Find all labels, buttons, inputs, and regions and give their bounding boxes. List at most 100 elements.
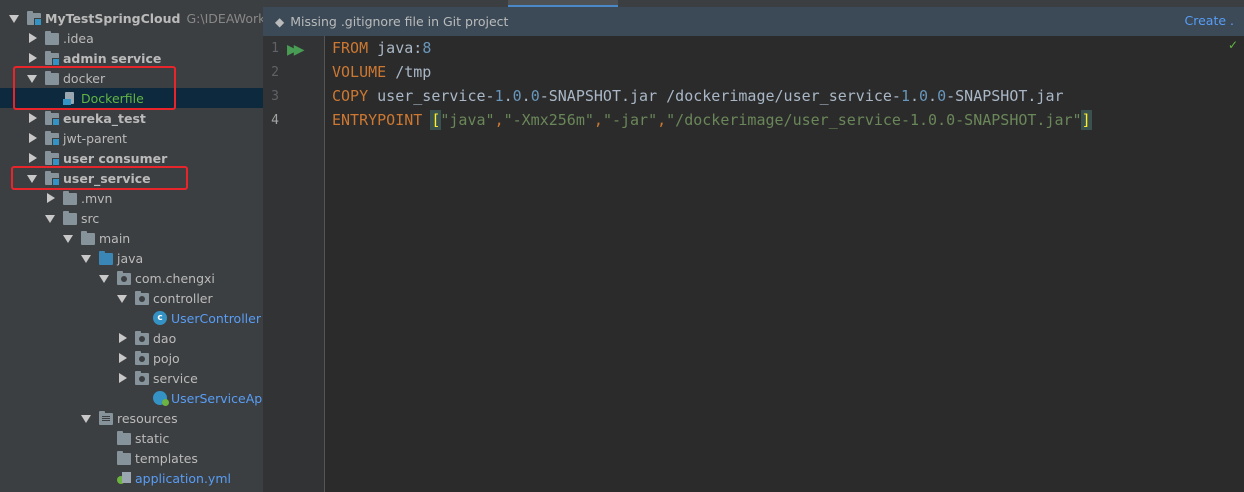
tree-node-label: pojo <box>153 350 180 366</box>
expanded-arrow-icon[interactable] <box>63 233 73 243</box>
collapsed-arrow-icon[interactable] <box>27 153 37 163</box>
tree-node[interactable]: com.chengxi <box>0 268 263 288</box>
code-text: . <box>503 87 513 105</box>
tree-node[interactable]: dao <box>0 328 263 348</box>
collapsed-arrow-icon[interactable] <box>27 113 37 123</box>
module-folder-icon <box>45 110 60 126</box>
collapsed-arrow-icon[interactable] <box>27 33 37 43</box>
code-line[interactable]: VOLUME /tmp <box>332 60 1237 84</box>
code-keyword: , <box>657 111 667 129</box>
package-icon <box>135 370 149 385</box>
tree-node[interactable]: main <box>0 228 263 248</box>
editor-pane: ◆ Missing .gitignore file in Git project… <box>263 0 1244 492</box>
module-folder-icon <box>27 10 42 26</box>
tree-node[interactable]: .mvn <box>0 188 263 208</box>
expanded-arrow-icon[interactable] <box>99 273 109 283</box>
code-number: 8 <box>422 39 432 57</box>
code-text: -SNAPSHOT.jar <box>946 87 1064 105</box>
yml-icon <box>117 471 133 485</box>
tree-node-label: UserServiceApplica <box>171 390 263 406</box>
notification-text: Missing .gitignore file in Git project <box>290 14 509 29</box>
create-gitignore-link[interactable]: Create . <box>1185 13 1234 28</box>
tree-node-label: admin service <box>63 50 162 66</box>
expanded-arrow-icon[interactable] <box>81 413 91 423</box>
tree-node[interactable]: pojo <box>0 348 263 368</box>
code-string: "-jar" <box>602 111 658 129</box>
expanded-arrow-icon[interactable] <box>45 213 55 223</box>
collapsed-arrow-icon[interactable] <box>117 333 127 343</box>
package-icon <box>135 330 149 345</box>
tree-node-label: resources <box>117 410 178 426</box>
tree-node[interactable]: eureka_test <box>0 108 263 128</box>
tree-node[interactable]: MyTestSpringCloud G:\IDEAWorkSa <box>0 8 263 28</box>
tree-node-label: MyTestSpringCloud <box>45 10 181 26</box>
project-tool-window: MyTestSpringCloud G:\IDEAWorkSa .idea admin… <box>0 0 263 492</box>
collapsed-arrow-icon[interactable] <box>27 133 37 143</box>
highlight-box-docker <box>13 66 176 110</box>
folder-icon <box>45 30 59 45</box>
line-number: 2 <box>271 65 279 80</box>
code-number: 1 <box>900 87 910 105</box>
tree-node[interactable]: resources <box>0 408 263 428</box>
folder-icon <box>81 230 95 245</box>
expanded-arrow-icon[interactable] <box>117 293 127 303</box>
module-folder-icon <box>45 50 60 66</box>
tree-node[interactable]: user consumer <box>0 148 263 168</box>
tree-node-label: .mvn <box>81 190 113 206</box>
code-keyword: COPY <box>332 87 369 105</box>
tree-node-label: eureka_test <box>63 110 146 126</box>
tree-node[interactable]: c UserController <box>0 308 263 328</box>
spring-app-icon <box>153 391 169 406</box>
tree-node[interactable]: src <box>0 208 263 228</box>
collapsed-arrow-icon[interactable] <box>117 353 127 363</box>
editor-tab-strip <box>263 0 1244 7</box>
package-icon <box>117 270 131 285</box>
tree-node[interactable]: java <box>0 248 263 268</box>
tree-node-label: static <box>135 430 170 446</box>
tree-node-label: user consumer <box>63 150 168 166</box>
folder-icon <box>117 450 131 465</box>
tree-node[interactable]: controller <box>0 288 263 308</box>
collapsed-arrow-icon[interactable] <box>45 193 55 203</box>
code-number: 0 <box>512 87 522 105</box>
git-icon: ◆ <box>275 14 285 29</box>
code-text: /tmp <box>386 63 432 81</box>
project-root-path: G:\IDEAWorkSa <box>186 10 264 26</box>
resources-folder-icon <box>99 410 113 425</box>
tree-node[interactable]: application.yml <box>0 468 263 488</box>
code-area[interactable]: FROM java:8 VOLUME /tmp COPY user_service-… <box>332 36 1237 132</box>
collapsed-arrow-icon[interactable] <box>117 373 127 383</box>
line-number-gutter: ▶▶ 1 2 3 4 <box>263 36 325 492</box>
tree-node[interactable]: admin service <box>0 48 263 68</box>
code-line[interactable]: FROM java:8 <box>332 36 1237 60</box>
code-number: 1 <box>494 87 504 105</box>
expanded-arrow-icon[interactable] <box>81 253 91 263</box>
code-line[interactable]: ENTRYPOINT ["java","-Xmx256m","-jar","/d… <box>332 108 1237 132</box>
highlight-box-user-service <box>11 166 188 190</box>
code-keyword: , <box>593 111 603 129</box>
expanded-arrow-icon[interactable] <box>9 13 19 23</box>
code-string: "/dockerimage/user_service-1.0.0-SNAPSHO… <box>666 111 1082 129</box>
tree-node-label: java <box>117 250 144 266</box>
run-dockerfile-icon[interactable]: ▶▶ <box>287 42 304 58</box>
tree-node[interactable]: service <box>0 368 263 388</box>
code-string: "-Xmx256m" <box>503 111 594 129</box>
tree-node[interactable]: .idea <box>0 28 263 48</box>
code-string: "java" <box>440 111 495 129</box>
package-icon <box>135 350 149 365</box>
tree-node-label: service <box>153 370 198 386</box>
tree-node-label: templates <box>135 450 198 466</box>
tree-node[interactable]: static <box>0 428 263 448</box>
tree-node[interactable]: jwt-parent <box>0 128 263 148</box>
collapsed-arrow-icon[interactable] <box>27 53 37 63</box>
code-keyword: VOLUME <box>332 63 387 81</box>
line-number: 1 <box>271 41 279 56</box>
tree-node[interactable]: templates <box>0 448 263 468</box>
folder-icon <box>117 430 131 445</box>
tree-node[interactable]: UserServiceApplica <box>0 388 263 408</box>
code-line[interactable]: COPY user_service-1.0.0-SNAPSHOT.jar /do… <box>332 84 1237 108</box>
code-text: . <box>909 87 920 105</box>
active-editor-tab[interactable] <box>508 0 618 7</box>
tree-node-label: .idea <box>63 30 94 46</box>
